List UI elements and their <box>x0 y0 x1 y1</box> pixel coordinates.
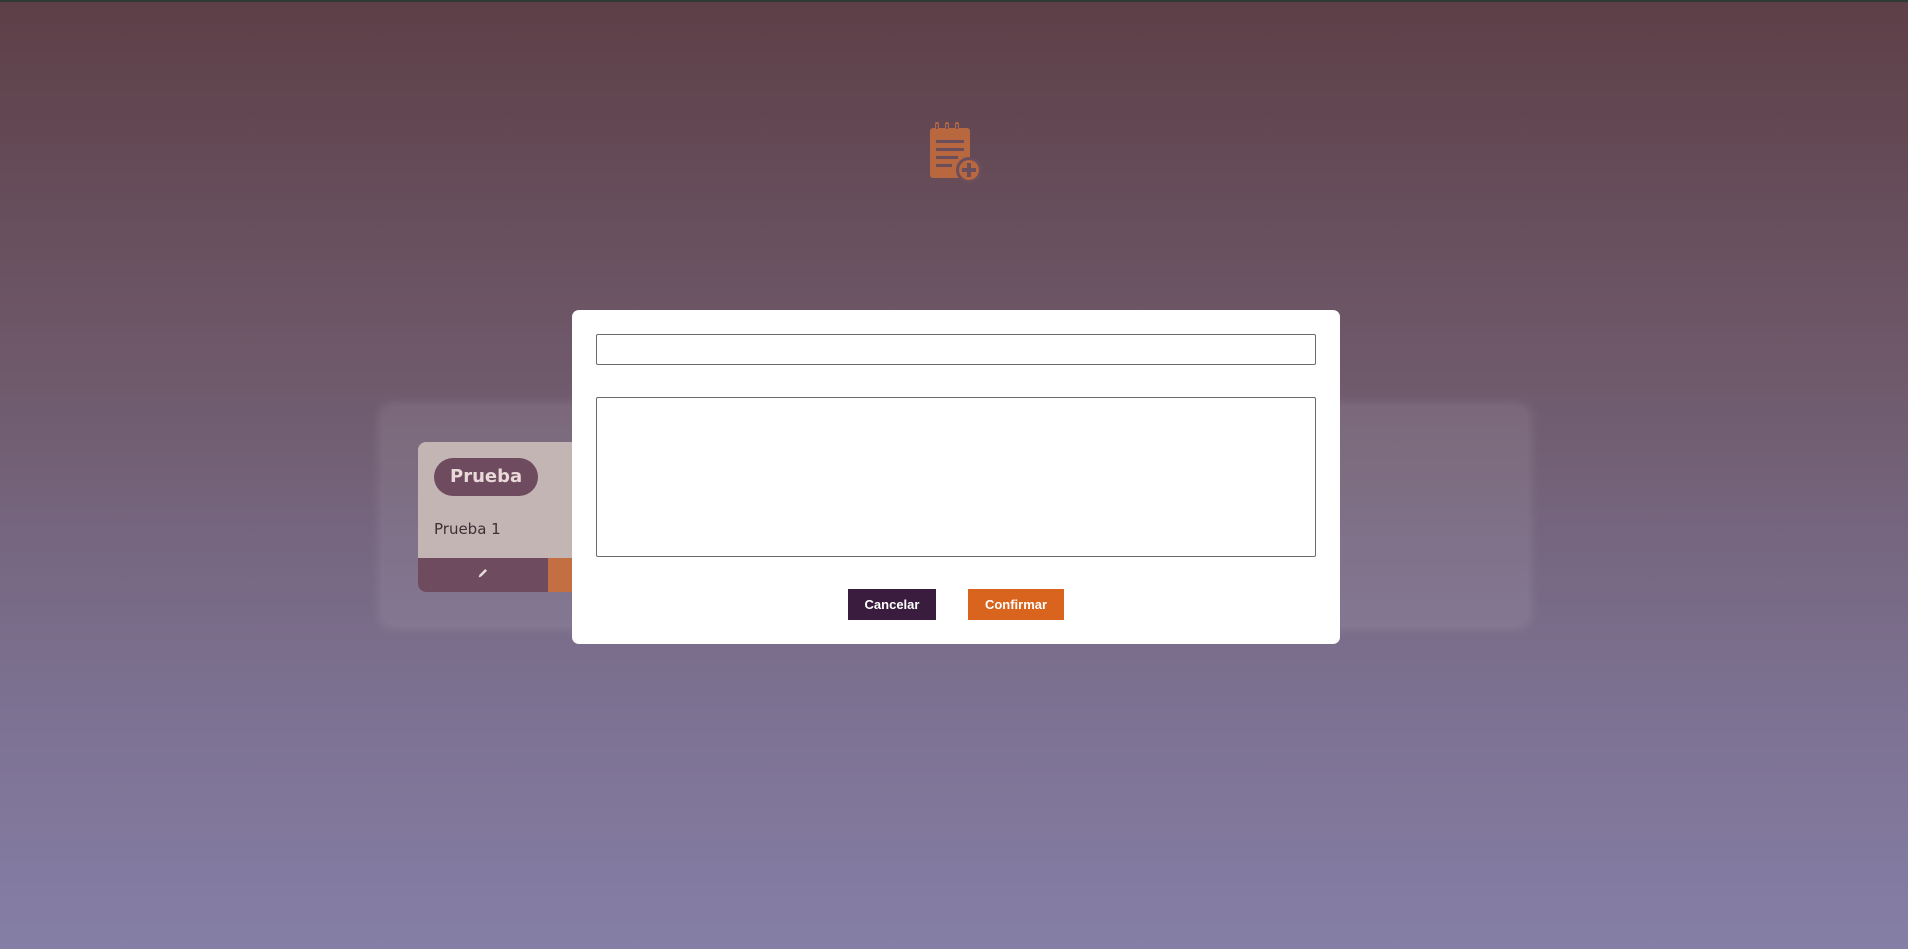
note-body-textarea[interactable] <box>596 397 1316 557</box>
confirm-button[interactable]: Confirmar <box>968 589 1064 620</box>
note-title-input[interactable] <box>596 334 1316 365</box>
note-modal: Cancelar Confirmar <box>572 310 1340 644</box>
cancel-button[interactable]: Cancelar <box>848 589 936 620</box>
